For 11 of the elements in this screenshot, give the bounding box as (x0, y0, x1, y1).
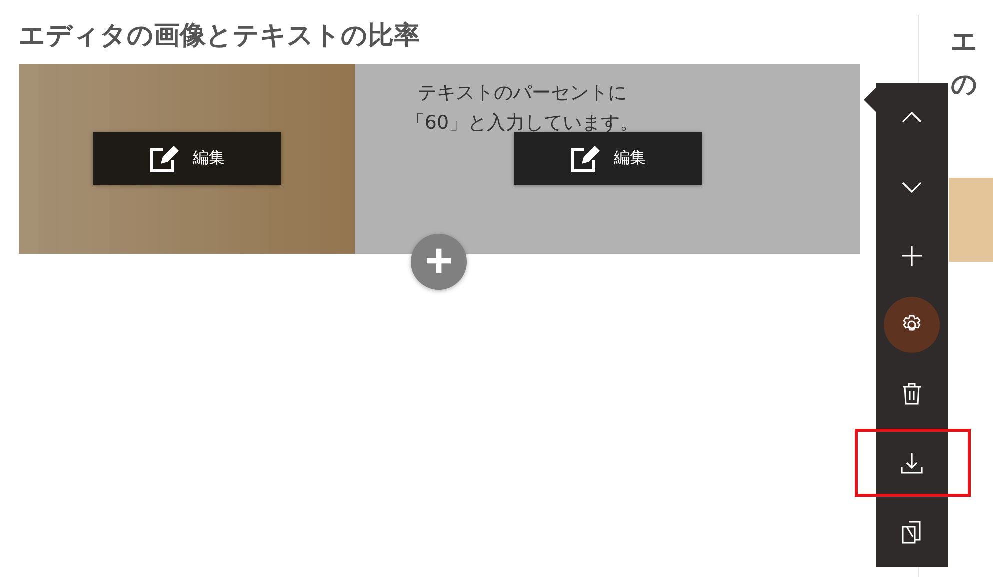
copy-icon (900, 520, 924, 544)
section-heading: エ の (950, 26, 979, 102)
edit-button[interactable]: 編集 (93, 132, 281, 185)
download-icon (900, 450, 924, 474)
trash-icon (900, 382, 924, 406)
edit-icon (570, 144, 602, 174)
add-block-button[interactable]: + (411, 234, 467, 290)
edit-button[interactable]: 編集 (514, 132, 702, 185)
section-heading: エディタの画像とテキストの比率 (19, 20, 421, 53)
plus-icon (900, 244, 924, 268)
edit-icon (149, 144, 181, 174)
